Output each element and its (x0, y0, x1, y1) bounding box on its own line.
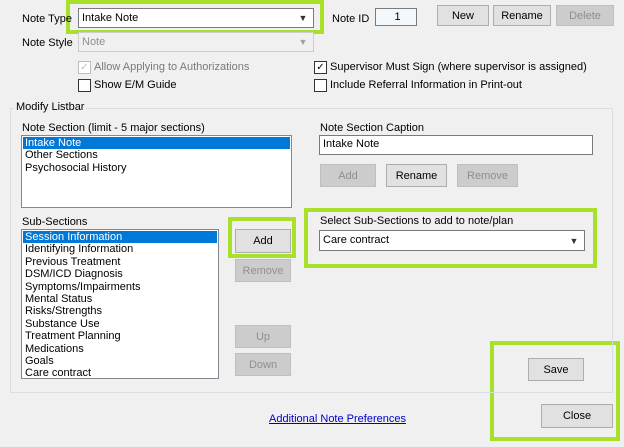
sub-section-item[interactable]: Treatment Planning (23, 330, 217, 342)
note-section-item[interactable]: Psychosocial History (23, 162, 290, 174)
note-section-label: Note Section (limit - 5 major sections) (22, 122, 205, 134)
sub-section-item[interactable]: Symptoms/Impairments (23, 281, 217, 293)
caption-label: Note Section Caption (320, 122, 424, 134)
sub-section-item[interactable]: Session Information (23, 231, 217, 244)
sub-section-list[interactable]: Session Information Identifying Informati… (21, 229, 219, 379)
show-em-guide-checkbox[interactable] (78, 79, 91, 92)
note-section-item[interactable]: Other Sections (23, 149, 290, 161)
note-type-value: Intake Note (82, 12, 139, 24)
sub-section-item[interactable]: Care contract (23, 367, 217, 379)
section-add-button[interactable]: Add (320, 164, 376, 187)
modify-listbar-title: Modify Listbar (14, 101, 87, 114)
sub-section-item[interactable]: Substance Use (23, 318, 217, 330)
chevron-down-icon: ▼ (569, 235, 579, 246)
show-em-guide-label: Show E/M Guide (94, 79, 177, 91)
sub-remove-button[interactable]: Remove (235, 259, 291, 282)
new-button[interactable]: New (437, 5, 489, 26)
delete-button[interactable]: Delete (556, 5, 614, 26)
note-id-label: Note ID (332, 13, 370, 25)
include-referral-label: Include Referral Information in Print-ou… (330, 79, 522, 91)
sub-section-item[interactable]: Medications (23, 343, 217, 355)
checkmark-icon: ✓ (316, 61, 325, 73)
note-id-field[interactable]: 1 (375, 8, 417, 26)
chevron-down-icon: ▼ (298, 13, 308, 23)
supervisor-must-sign-checkbox[interactable]: ✓ (314, 61, 327, 74)
note-section-list[interactable]: Intake Note Other Sections Psychosocial Hi… (21, 135, 292, 208)
note-type-label: Note Type (22, 13, 72, 25)
allow-applying-label: Allow Applying to Authorizations (94, 61, 250, 73)
include-referral-checkbox[interactable] (314, 79, 327, 92)
sub-section-item[interactable]: Goals (23, 355, 217, 367)
caption-input[interactable]: Intake Note (319, 135, 593, 155)
sub-section-item[interactable]: Risks/Strengths (23, 305, 217, 317)
rename-button[interactable]: Rename (493, 5, 551, 26)
select-sub-label: Select Sub-Sections to add to note/plan (320, 215, 514, 227)
sub-down-button[interactable]: Down (235, 353, 291, 376)
section-remove-button[interactable]: Remove (457, 164, 518, 187)
sub-section-item[interactable]: DSM/ICD Diagnosis (23, 268, 217, 280)
additional-preferences-link[interactable]: Additional Note Preferences (269, 413, 406, 425)
close-button[interactable]: Close (541, 404, 613, 428)
note-section-item[interactable]: Intake Note (23, 137, 290, 150)
chevron-down-icon: ▼ (298, 37, 308, 47)
sub-section-item[interactable]: Identifying Information (23, 243, 217, 255)
sub-add-button[interactable]: Add (235, 229, 291, 253)
section-rename-button[interactable]: Rename (386, 164, 447, 187)
sub-sections-label: Sub-Sections (22, 216, 88, 228)
note-style-value: Note (82, 36, 106, 48)
sub-section-item[interactable]: Previous Treatment (23, 256, 217, 268)
supervisor-must-sign-label: Supervisor Must Sign (where supervisor i… (330, 61, 587, 73)
select-sub-value: Care contract (323, 234, 390, 246)
select-sub-dropdown[interactable]: Care contract ▼ (319, 230, 585, 251)
allow-applying-checkbox[interactable]: ✓ (78, 61, 91, 74)
note-style-label: Note Style (22, 37, 73, 49)
sub-up-button[interactable]: Up (235, 325, 291, 348)
note-type-dropdown[interactable]: Intake Note ▼ (78, 8, 314, 28)
note-style-dropdown[interactable]: Note ▼ (78, 32, 314, 52)
save-button[interactable]: Save (528, 358, 584, 381)
checkmark-icon: ✓ (80, 61, 89, 73)
sub-section-item[interactable]: Mental Status (23, 293, 217, 305)
